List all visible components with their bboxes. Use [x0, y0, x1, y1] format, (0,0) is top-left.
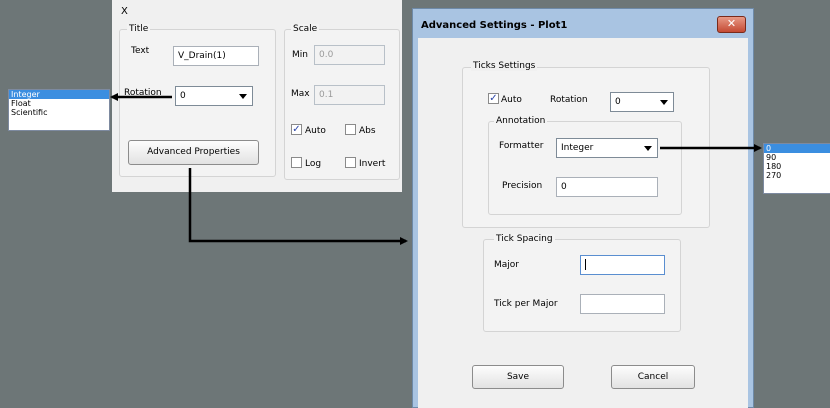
annotation-arrows [110, 93, 762, 245]
arrow-to-dialog [188, 168, 408, 245]
